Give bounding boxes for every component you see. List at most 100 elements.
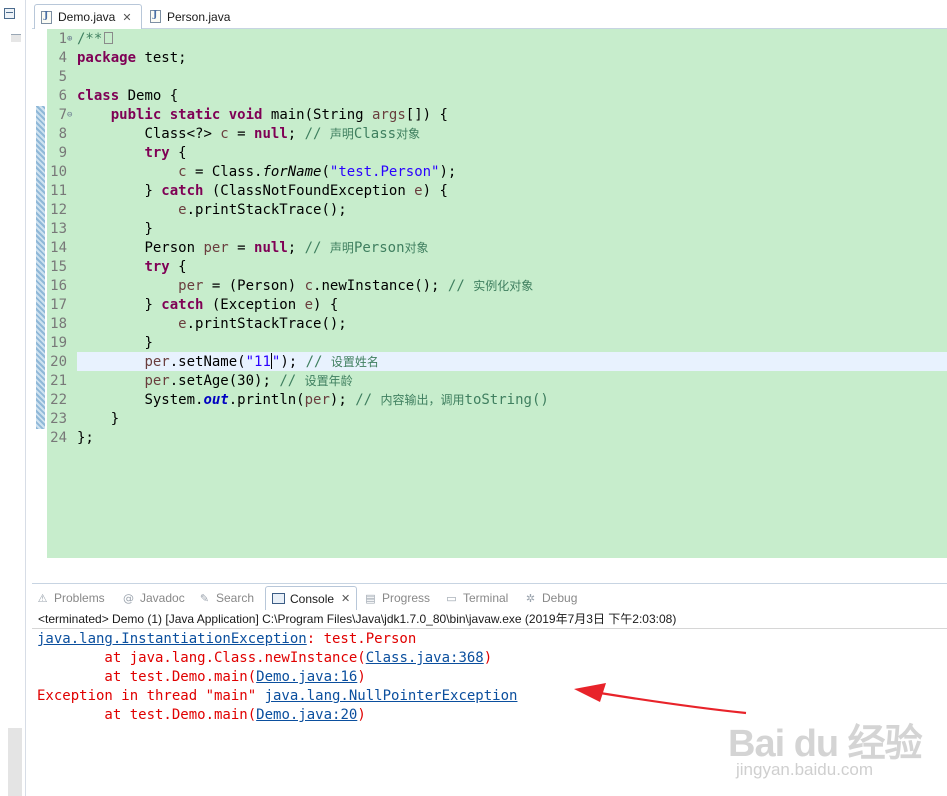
- code-text: };: [77, 430, 94, 446]
- variable: per: [304, 392, 330, 408]
- tab-label: Progress: [382, 591, 431, 605]
- tab-javadoc[interactable]: @ Javadoc: [122, 586, 185, 610]
- code-area[interactable]: 1⊕/** 4 package test; 5 6 class Demo { 7⊖ …: [47, 29, 947, 558]
- code-line[interactable]: 21 per.setAge(30); // 设置年龄: [47, 372, 352, 391]
- code-line[interactable]: 6 class Demo {: [47, 87, 179, 106]
- collapse-icon[interactable]: ⊖: [67, 106, 77, 125]
- code-line[interactable]: 5: [47, 68, 77, 87]
- code-line[interactable]: 20 per.setName("11"); // 设置姓名: [47, 353, 379, 372]
- variable: e: [414, 183, 423, 199]
- keyword: static: [169, 107, 221, 123]
- comment: // 声明Class对象: [304, 126, 421, 142]
- line-number: 11: [50, 183, 67, 199]
- line-number: 4: [58, 50, 67, 66]
- keyword: catch: [161, 183, 204, 199]
- tab-label: Problems: [54, 591, 105, 605]
- exception-link[interactable]: java.lang.NullPointerException: [265, 688, 518, 704]
- line-number: 7: [58, 107, 67, 123]
- code-text: ;: [287, 126, 305, 142]
- code-line[interactable]: 22 System.out.println(per); // 内容输出，调用to…: [47, 391, 549, 410]
- code-text: );: [329, 392, 356, 408]
- code-editor[interactable]: 1⊕/** 4 package test; 5 6 class Demo { 7⊖ …: [32, 29, 947, 558]
- variable: c: [304, 278, 314, 294]
- code-line[interactable]: 17 } catch (Exception e) {: [47, 296, 338, 315]
- code-text: .setAge(30);: [169, 373, 280, 389]
- left-scrollbar[interactable]: [8, 728, 22, 796]
- comment: // 声明Person对象: [304, 240, 429, 256]
- tab-label: Terminal: [463, 591, 509, 605]
- keyword: catch: [161, 297, 204, 313]
- expand-icon[interactable]: ⊕: [67, 30, 77, 49]
- line-number: 16: [50, 278, 67, 294]
- keyword: void: [228, 107, 263, 123]
- tab-terminal[interactable]: ▭ Terminal: [445, 586, 508, 610]
- code-text: Demo {: [119, 88, 179, 104]
- tab-demo-java[interactable]: Demo.java ✕: [34, 4, 142, 29]
- source-link[interactable]: Demo.java:20: [256, 707, 357, 723]
- code-line[interactable]: 12 e.printStackTrace();: [47, 201, 347, 220]
- console-line: at java.lang.Class.newInstance(Class.jav…: [37, 649, 492, 668]
- line-number: 9: [58, 145, 67, 161]
- code-text: .newInstance();: [313, 278, 448, 294]
- tab-console[interactable]: Console ✕: [265, 586, 358, 610]
- close-icon[interactable]: ✕: [341, 592, 350, 605]
- code-line[interactable]: 18 e.printStackTrace();: [47, 315, 347, 334]
- code-line[interactable]: 24};: [47, 429, 94, 448]
- code-text: Class<?>: [144, 126, 221, 142]
- code-line[interactable]: 7⊖ public static void main(String args[]…: [47, 106, 448, 125]
- comment: /**: [77, 31, 103, 47]
- tab-label: Debug: [542, 591, 578, 605]
- line-number: 1: [58, 31, 67, 47]
- code-line[interactable]: 11 } catch (ClassNotFoundException e) {: [47, 182, 448, 201]
- keyword: null: [254, 240, 288, 256]
- baidu-watermark: Bai du 经验 jingyan.baidu.com: [728, 700, 928, 790]
- code-line[interactable]: 19 }: [47, 334, 153, 353]
- problems-icon: ⚠: [37, 591, 48, 605]
- code-line[interactable]: 23 }: [47, 410, 119, 429]
- console-line: at test.Demo.main(Demo.java:16): [37, 668, 365, 687]
- code-line[interactable]: 13 }: [47, 220, 153, 239]
- code-text: []) {: [405, 107, 448, 123]
- console-header: <terminated> Demo (1) [Java Application]…: [32, 610, 947, 629]
- code-text: {: [169, 259, 187, 275]
- console-text: ): [357, 707, 366, 723]
- code-line[interactable]: 16 per = (Person) c.newInstance(); // 实例…: [47, 277, 533, 296]
- tab-problems[interactable]: ⚠ Problems: [36, 586, 105, 610]
- keyword: null: [254, 126, 288, 142]
- line-number: 17: [50, 297, 67, 313]
- tab-label: Search: [216, 591, 255, 605]
- line-number: 6: [58, 88, 67, 104]
- close-icon[interactable]: ✕: [122, 11, 131, 24]
- collapsed-block-icon[interactable]: [104, 32, 114, 44]
- code-text: =: [228, 126, 255, 142]
- java-file-icon: [41, 10, 52, 24]
- restore-icon[interactable]: [4, 8, 15, 19]
- exception-link[interactable]: java.lang.InstantiationException: [37, 631, 307, 647]
- code-text: .setName(: [169, 354, 246, 370]
- keyword: try: [144, 145, 170, 161]
- code-text: (Exception: [203, 297, 305, 313]
- code-text: }: [144, 183, 162, 199]
- source-link[interactable]: Class.java:368: [366, 650, 484, 666]
- code-line[interactable]: 1⊕/**: [47, 30, 114, 49]
- code-line[interactable]: 4 package test;: [47, 49, 187, 68]
- editor-tab-bar: Demo.java ✕ Person.java: [32, 0, 947, 29]
- tab-person-java[interactable]: Person.java: [144, 4, 244, 29]
- tab-search[interactable]: ✎ Search: [198, 586, 254, 610]
- code-line[interactable]: 14 Person per = null; // 声明Person对象: [47, 239, 429, 258]
- line-number: 13: [50, 221, 67, 237]
- code-line[interactable]: 9 try {: [47, 144, 187, 163]
- code-line[interactable]: 8 Class<?> c = null; // 声明Class对象: [47, 125, 421, 144]
- progress-icon: ▤: [365, 591, 376, 605]
- variable: e: [304, 297, 314, 313]
- string-literal: "11: [245, 354, 271, 370]
- code-text: );: [280, 354, 306, 370]
- tab-debug[interactable]: ✲ Debug: [524, 586, 577, 610]
- code-line[interactable]: 15 try {: [47, 258, 187, 277]
- variable: per: [144, 373, 170, 389]
- code-line[interactable]: 10 c = Class.forName("test.Person");: [47, 163, 456, 182]
- source-link[interactable]: Demo.java:16: [256, 669, 357, 685]
- tab-label: Demo.java: [58, 10, 116, 24]
- tab-progress[interactable]: ▤ Progress: [364, 586, 430, 610]
- keyword: class: [77, 88, 120, 104]
